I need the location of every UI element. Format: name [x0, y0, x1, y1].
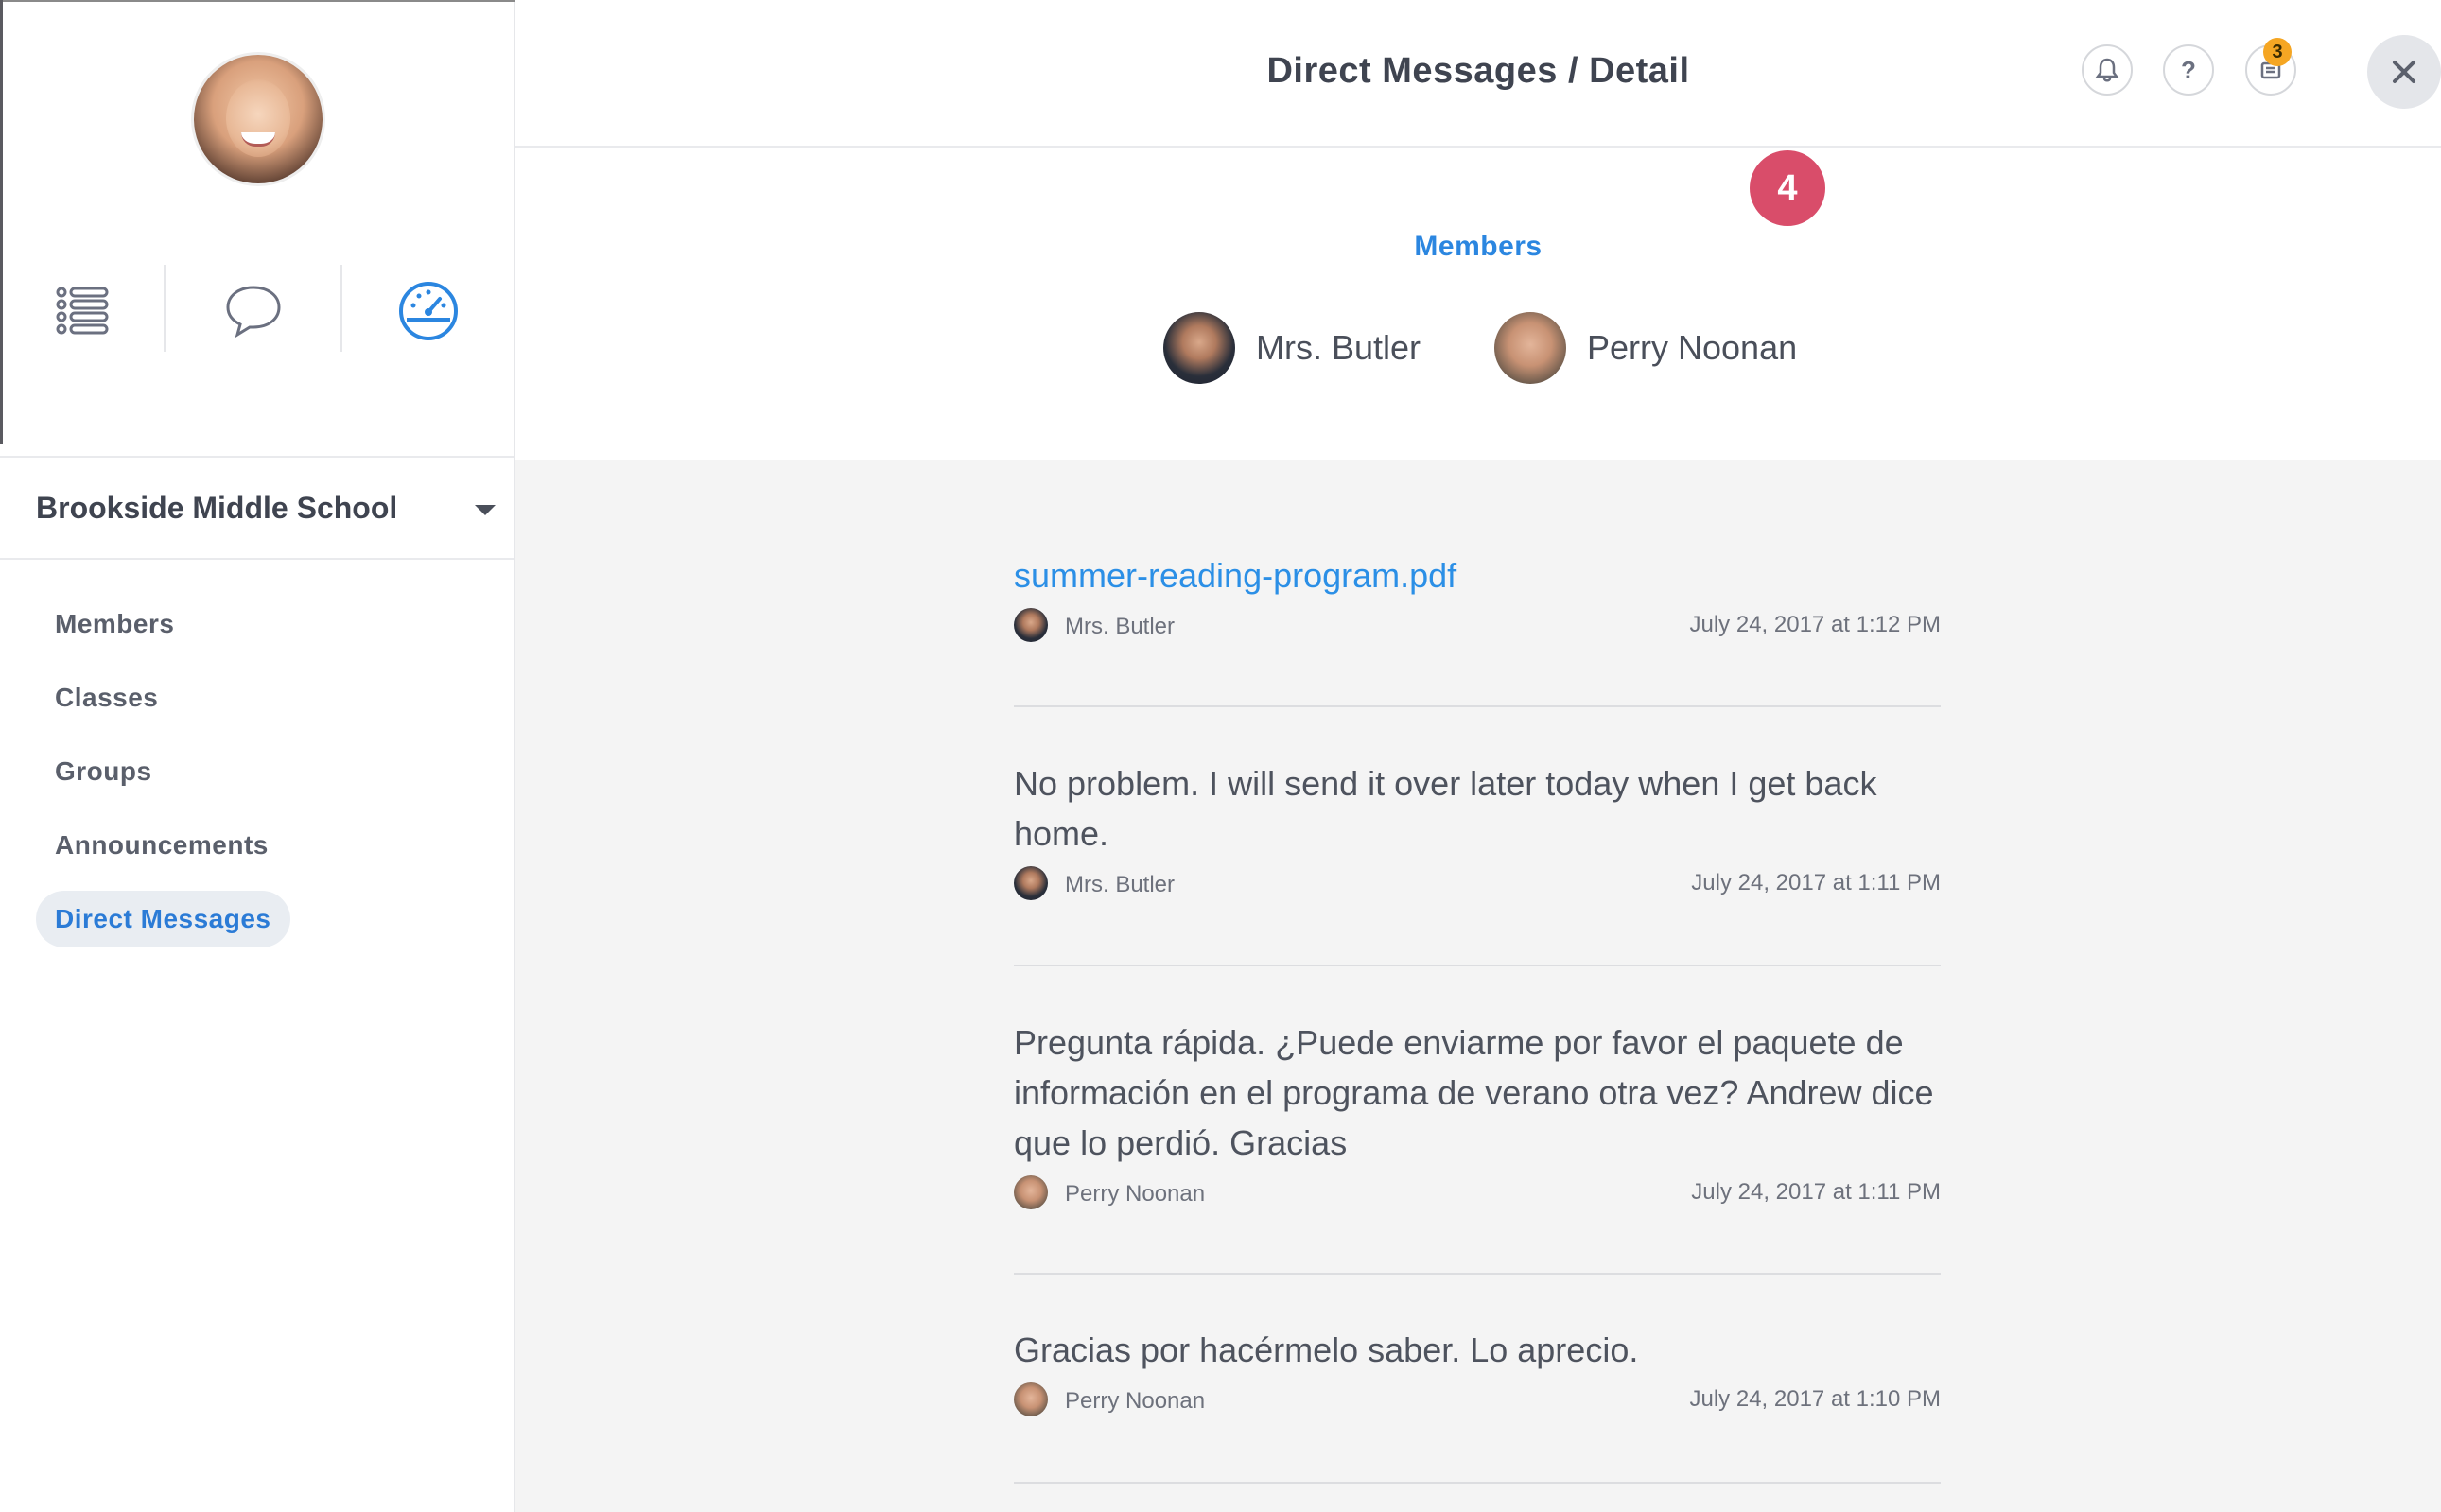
message-author: Perry Noonan [1065, 1181, 1206, 1207]
sidebar: Brookside Middle School Members Classes … [0, 0, 515, 1512]
sidebar-item-groups[interactable]: Groups [36, 743, 171, 800]
message-text: Gracias por hacérmelo saber. Lo aprecio. [1014, 1330, 1639, 1369]
help-icon[interactable]: ? [2163, 44, 2214, 96]
user-avatar[interactable] [194, 55, 323, 183]
message-item: Gracias por hacérmelo saber. Lo aprecio.… [1014, 1325, 1941, 1484]
sidebar-item-direct-messages[interactable]: Direct Messages [36, 891, 290, 947]
members-heading: Members [1414, 231, 1543, 262]
message-meta: Mrs. Butler July 24, 2017 at 1:12 PM [1014, 606, 1941, 644]
message-timestamp: July 24, 2017 at 1:11 PM [1691, 1179, 1941, 1205]
message-timestamp: July 24, 2017 at 1:10 PM [1689, 1386, 1942, 1412]
school-selector[interactable]: Brookside Middle School [0, 456, 514, 560]
message-item: No problem. I will send it over later to… [1014, 758, 1941, 966]
window-edge [0, 0, 3, 444]
avatar [1014, 866, 1048, 900]
member-chip[interactable]: Perry Noonan [1494, 312, 1797, 384]
list-icon[interactable] [49, 278, 115, 344]
member-chip[interactable]: Mrs. Butler [1163, 312, 1421, 384]
page-title: Direct Messages / Detail [1266, 51, 1690, 91]
message-list[interactable]: summer-reading-program.pdf Mrs. Butler J… [515, 460, 2441, 1512]
sidebar-item-members[interactable]: Members [36, 596, 193, 652]
message-meta: Perry Noonan July 24, 2017 at 1:11 PM [1014, 1173, 1941, 1211]
nav-icon-bar [0, 265, 515, 356]
avatar [1014, 1382, 1048, 1416]
message-author: Mrs. Butler [1065, 614, 1176, 639]
close-button[interactable] [2367, 35, 2441, 109]
avatar [1494, 312, 1566, 384]
attachment-link[interactable]: summer-reading-program.pdf [1014, 550, 1941, 600]
step-badge: 4 [1750, 150, 1825, 226]
chevron-down-icon [475, 505, 496, 515]
bell-icon[interactable] [2082, 44, 2133, 96]
message-meta: Perry Noonan July 24, 2017 at 1:10 PM [1014, 1381, 1941, 1418]
members-panel: 4 Members Mrs. Butler Perry Noonan [515, 148, 2441, 460]
member-name: Perry Noonan [1587, 328, 1798, 367]
sidebar-item-classes[interactable]: Classes [36, 669, 177, 726]
avatar [1014, 1175, 1048, 1209]
avatar [1014, 608, 1048, 642]
nav-divider [340, 265, 342, 352]
message-text: No problem. I will send it over later to… [1014, 764, 1877, 853]
chat-bubble-icon[interactable] [220, 278, 287, 344]
sidebar-item-announcements[interactable]: Announcements [36, 817, 288, 874]
header: Direct Messages / Detail ? 3 [515, 0, 2441, 148]
close-icon [2393, 61, 2415, 83]
message-item: Pregunta rápida. ¿Puede enviarme por fav… [1014, 1017, 1941, 1275]
avatar [1163, 312, 1235, 384]
inbox-count-badge: 3 [2263, 38, 2292, 66]
message-item: summer-reading-program.pdf Mrs. Butler J… [1014, 550, 1941, 707]
dashboard-gauge-icon[interactable] [395, 278, 462, 344]
message-author: Perry Noonan [1065, 1388, 1206, 1414]
message-meta: Mrs. Butler July 24, 2017 at 1:11 PM [1014, 864, 1941, 902]
school-name: Brookside Middle School [36, 491, 398, 525]
member-name: Mrs. Butler [1256, 328, 1421, 367]
nav-divider [164, 265, 166, 352]
window-edge [0, 0, 515, 2]
message-text: Pregunta rápida. ¿Puede enviarme por fav… [1014, 1023, 1934, 1162]
message-timestamp: July 24, 2017 at 1:12 PM [1689, 612, 1942, 637]
sidebar-menu: Members Classes Groups Announcements Dir… [36, 596, 290, 965]
message-author: Mrs. Butler [1065, 872, 1176, 897]
message-timestamp: July 24, 2017 at 1:11 PM [1691, 870, 1941, 895]
